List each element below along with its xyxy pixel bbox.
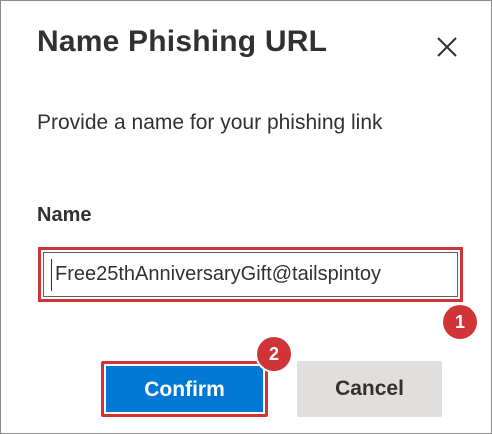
step-badge-1: 1: [443, 305, 477, 339]
step-badge-2: 2: [257, 337, 291, 371]
confirm-button[interactable]: Confirm: [101, 361, 268, 417]
close-icon: [437, 37, 457, 57]
name-input[interactable]: [38, 247, 463, 302]
name-field-label: Name: [37, 204, 92, 226]
cancel-button[interactable]: Cancel: [297, 361, 442, 417]
close-button[interactable]: [433, 33, 461, 61]
dialog-title: Name Phishing URL: [37, 25, 328, 58]
name-phishing-url-dialog: Name Phishing URL Provide a name for you…: [0, 0, 492, 434]
text-cursor: [51, 259, 52, 291]
dialog-subtitle: Provide a name for your phishing link: [37, 111, 383, 134]
